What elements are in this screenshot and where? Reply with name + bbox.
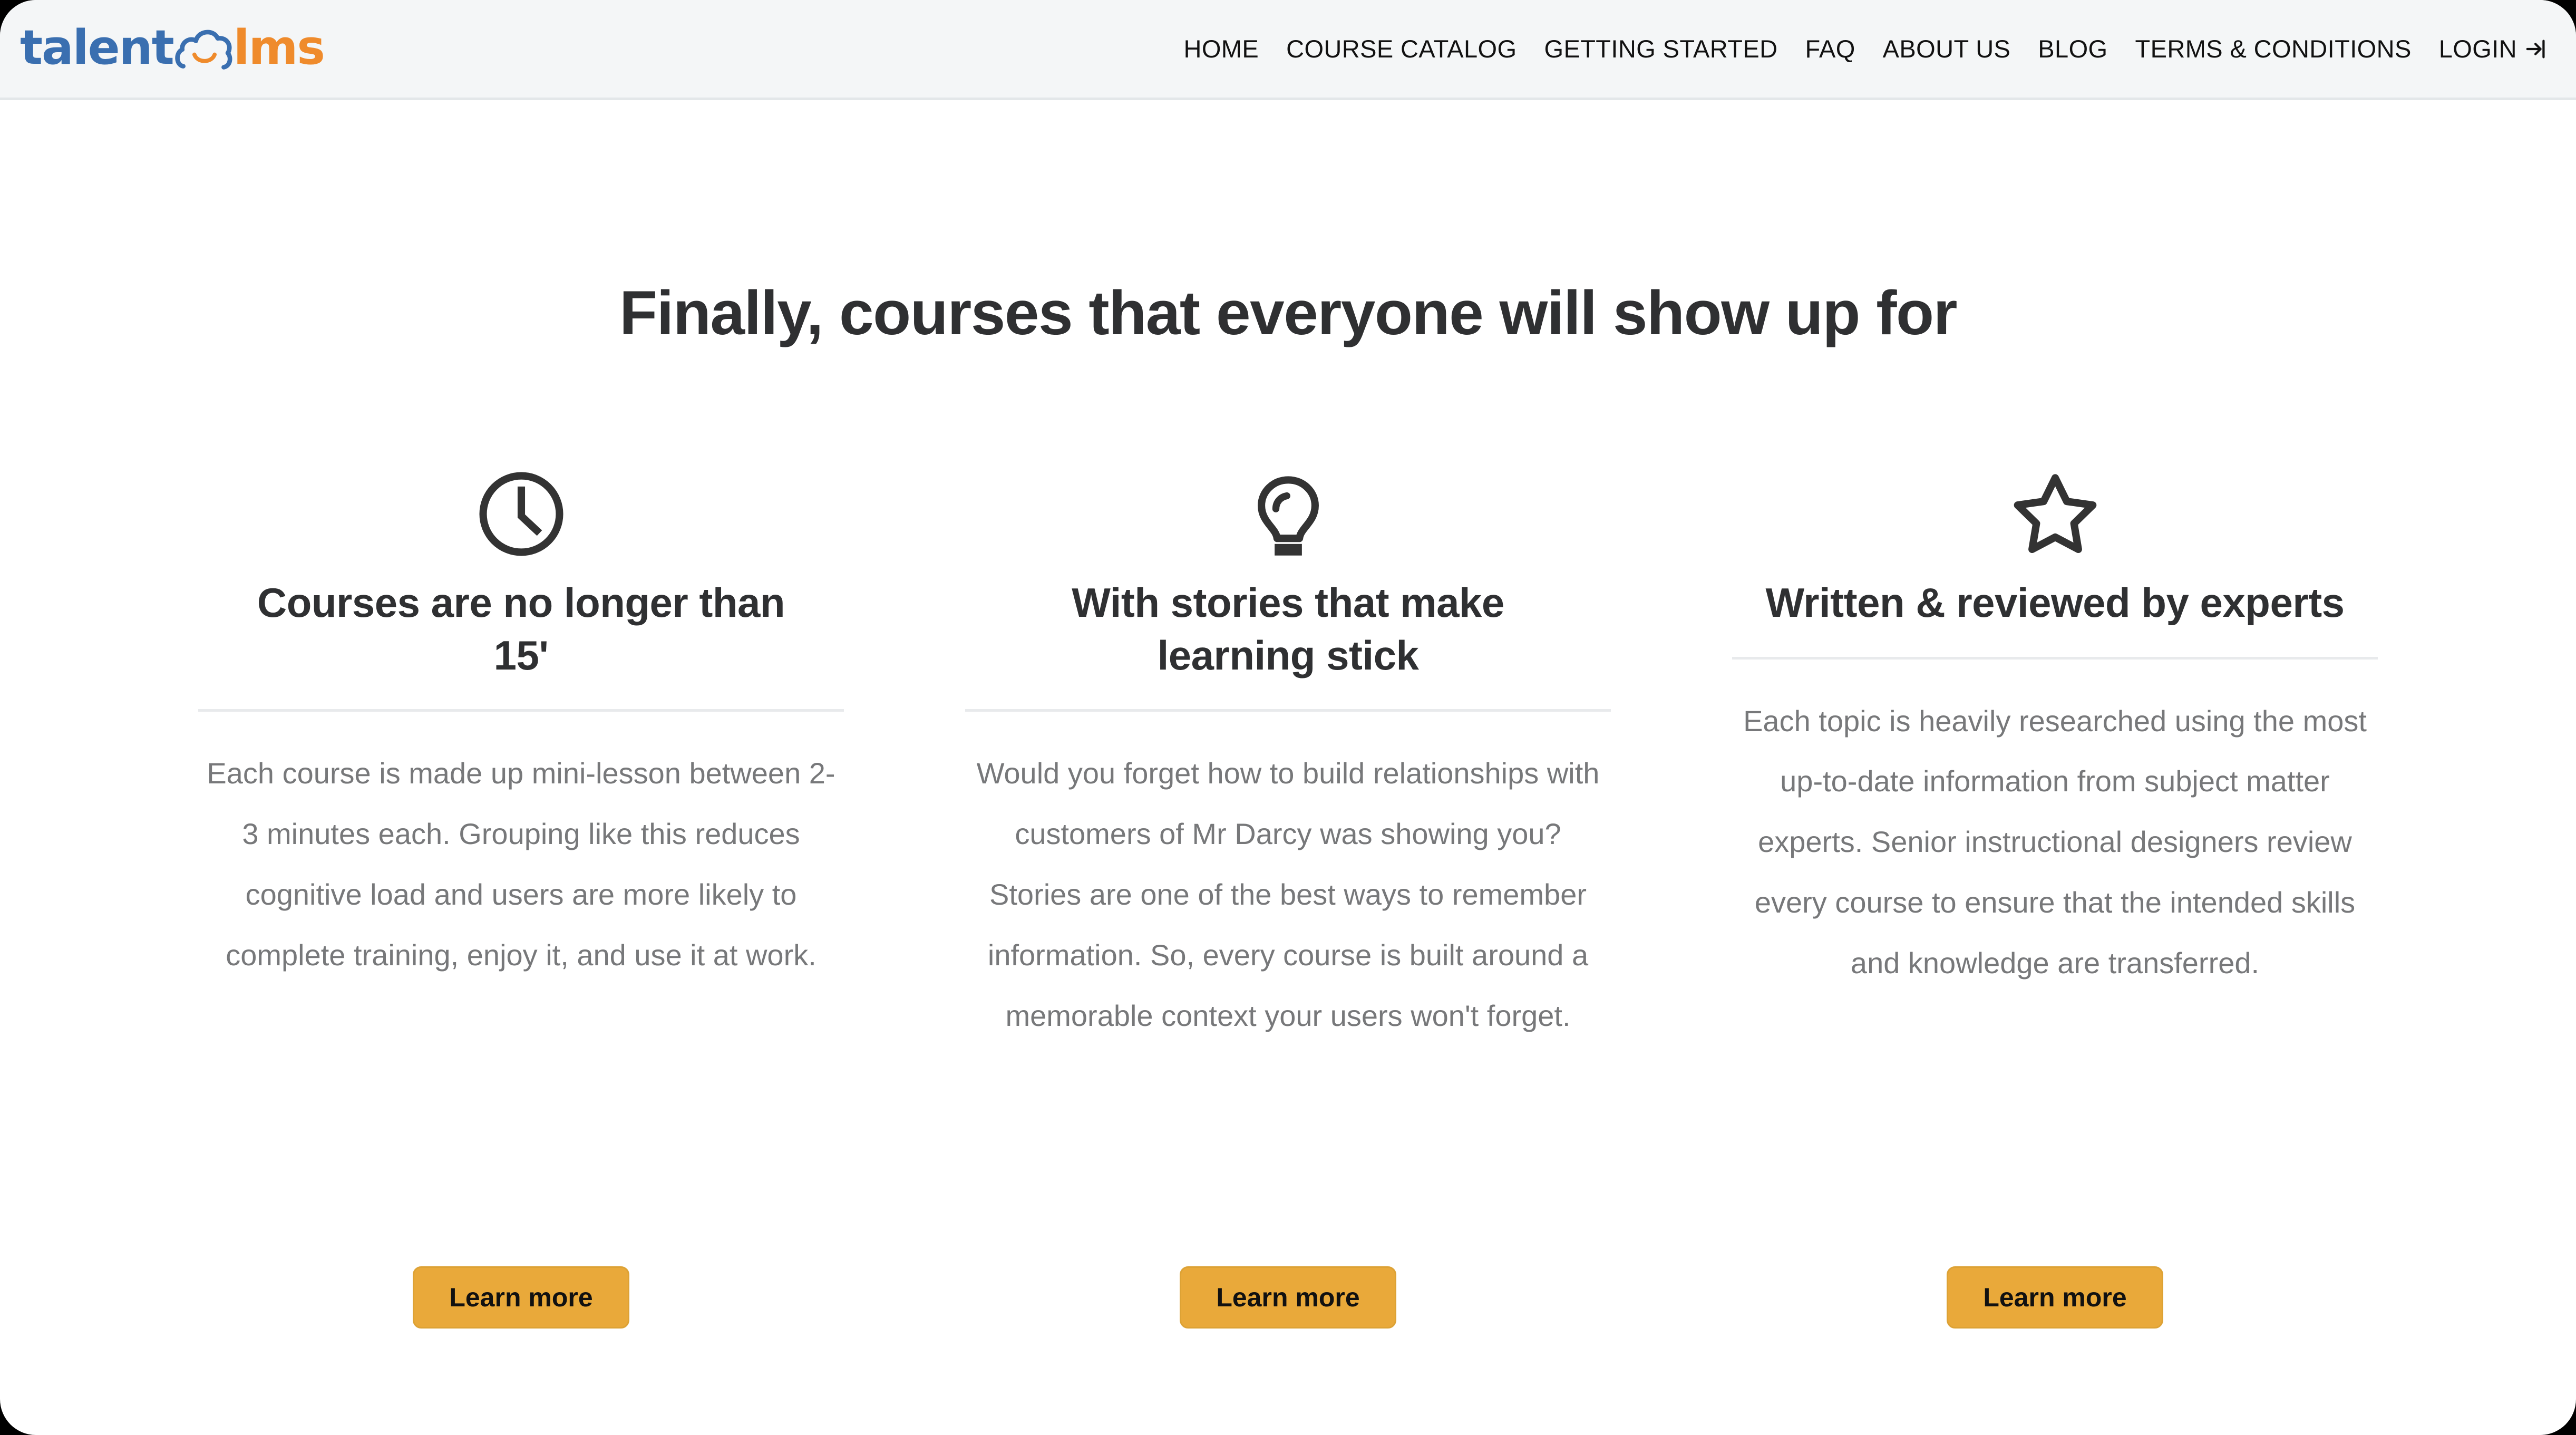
feature-icon-wrap-2	[1239, 453, 1338, 575]
cta-cell-3: Learn more	[1732, 1266, 2378, 1329]
nav-item-about-us[interactable]: ABOUT US	[1869, 34, 2025, 63]
cta-row: Learn more Learn more Learn more	[0, 1266, 2576, 1329]
nav-item-home[interactable]: HOME	[1170, 34, 1273, 63]
feature-title-2: With stories that make learning stick	[1072, 579, 1504, 678]
nav-item-faq[interactable]: FAQ	[1791, 34, 1869, 63]
feature-card-2: With stories that make learning stick Wo…	[965, 453, 1611, 1046]
nav-item-login[interactable]: LOGIN	[2425, 34, 2549, 63]
feature-text-1: Each course is made up mini-lesson betwe…	[207, 757, 835, 972]
learn-more-button-3[interactable]: Learn more	[1947, 1266, 2163, 1329]
feature-card-3: Written & reviewed by experts Each topic…	[1732, 453, 2378, 994]
cloud-smiley-icon	[175, 30, 232, 70]
feature-columns: Courses are no longer than 15' Each cour…	[0, 453, 2576, 1046]
cta-cell-2: Learn more	[965, 1266, 1611, 1329]
nav-item-blog[interactable]: BLOG	[2024, 34, 2121, 63]
clock-icon	[479, 472, 563, 556]
browser-viewport: talent lms HOME COURSE CATALOG GETTING S…	[0, 0, 2576, 1435]
site-logo[interactable]: talent lms	[20, 19, 325, 77]
feature-title-3: Written & reviewed by experts	[1765, 579, 2345, 626]
nav-item-login-label: LOGIN	[2438, 35, 2517, 63]
logo-text-lms: lms	[233, 20, 325, 75]
star-icon	[2014, 474, 2096, 553]
page-title: Finally, courses that everyone will show…	[619, 278, 1958, 348]
feature-divider-2	[965, 709, 1611, 712]
cta-anchor: Learn more Learn more Learn more	[0, 1245, 2576, 1329]
lightbulb-icon	[1257, 476, 1319, 556]
feature-icon-wrap-3	[2006, 453, 2105, 575]
main-navigation: HOME COURSE CATALOG GETTING STARTED FAQ …	[1170, 0, 2549, 98]
feature-icon-wrap-1	[472, 453, 571, 575]
feature-text-2: Would you forget how to build relationsh…	[976, 757, 1600, 1032]
feature-card-1: Courses are no longer than 15' Each cour…	[198, 453, 844, 986]
learn-more-button-2[interactable]: Learn more	[1180, 1266, 1396, 1329]
site-header: talent lms HOME COURSE CATALOG GETTING S…	[0, 0, 2576, 100]
feature-text-3: Each topic is heavily researched using t…	[1743, 704, 2367, 980]
feature-divider-1	[198, 709, 844, 712]
login-arrow-icon	[2526, 40, 2545, 58]
logo-text-talent: talent	[20, 20, 174, 75]
feature-title-1: Courses are no longer than 15'	[257, 579, 785, 678]
nav-item-terms-conditions[interactable]: TERMS & CONDITIONS	[2122, 34, 2425, 63]
learn-more-button-1[interactable]: Learn more	[413, 1266, 629, 1329]
nav-item-getting-started[interactable]: GETTING STARTED	[1530, 34, 1791, 63]
cta-cell-1: Learn more	[198, 1266, 844, 1329]
page-main: Finally, courses that everyone will show…	[0, 100, 2576, 1329]
feature-divider-3	[1732, 656, 2378, 660]
nav-item-course-catalog[interactable]: COURSE CATALOG	[1272, 34, 1530, 63]
